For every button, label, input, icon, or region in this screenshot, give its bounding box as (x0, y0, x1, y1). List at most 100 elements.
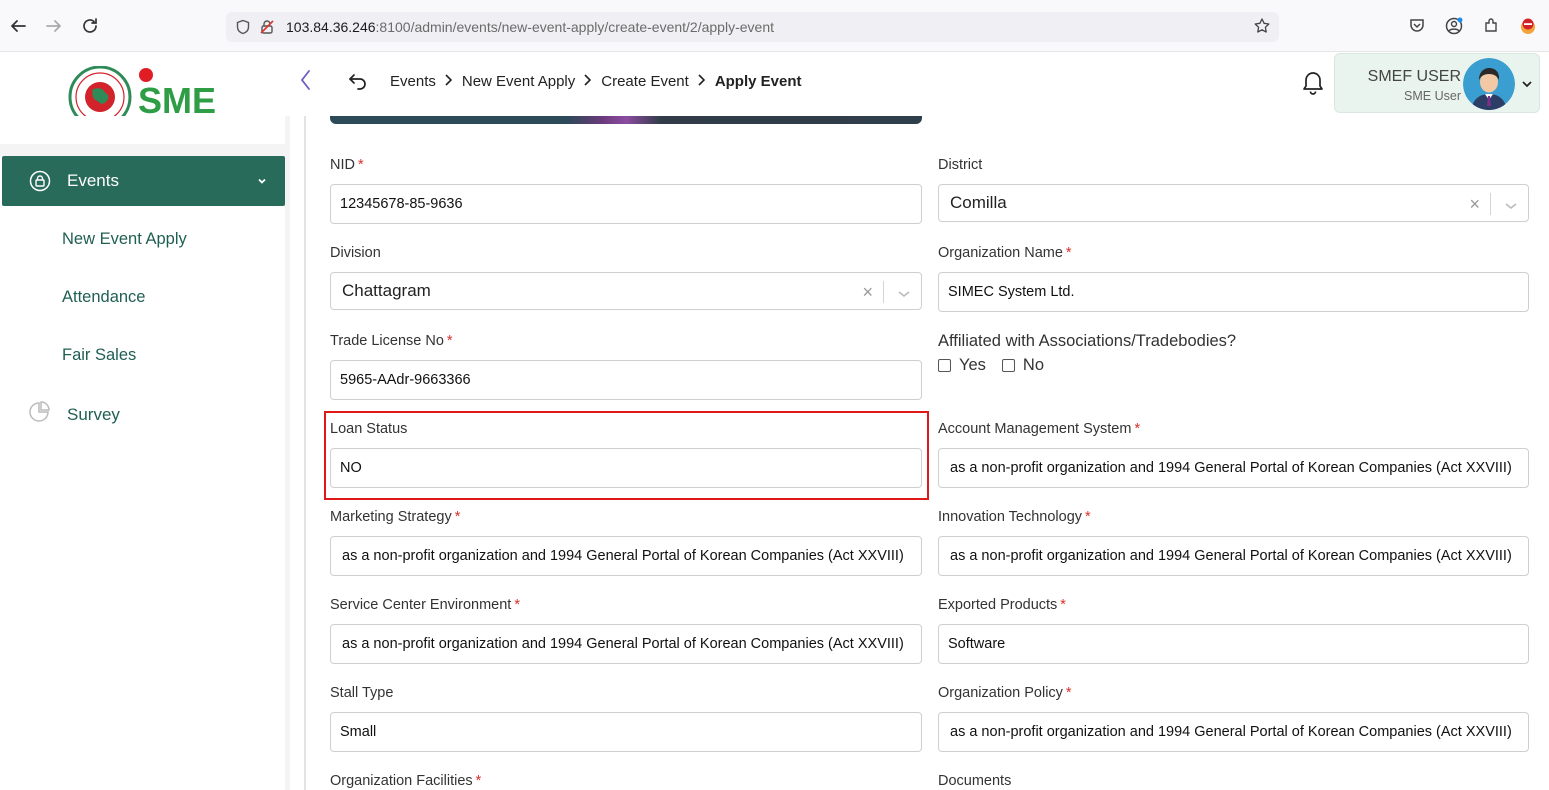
extension-badge-icon[interactable] (1516, 14, 1540, 38)
org-policy-input[interactable]: as a non-profit organization and 1994 Ge… (938, 712, 1529, 752)
reload-icon[interactable] (78, 14, 102, 38)
checkbox[interactable] (938, 359, 951, 372)
avatar (1463, 58, 1515, 110)
sidebar-divider (0, 144, 290, 156)
address-bar[interactable]: 103.84.36.246:8100/admin/events/new-even… (226, 12, 1279, 42)
bell-icon[interactable] (1301, 70, 1325, 101)
sidebar-border (285, 116, 290, 790)
division-select[interactable]: Chattagram × (330, 272, 922, 310)
affiliated-no[interactable]: No (1001, 356, 1045, 375)
sidebar-item-events[interactable]: Events (2, 156, 285, 206)
sidebar-item-survey[interactable]: Survey (28, 401, 120, 428)
browser-toolbar: 103.84.36.246:8100/admin/events/new-even… (0, 0, 1549, 52)
pocket-icon[interactable] (1405, 14, 1429, 38)
sidebar-item-fair-sales[interactable]: Fair Sales (62, 346, 136, 365)
breadcrumb-new-event-apply[interactable]: New Event Apply (462, 73, 575, 90)
chevron-right-icon (444, 73, 452, 89)
required-mark: * (357, 157, 364, 173)
required-mark: * (446, 333, 453, 349)
required-mark: * (475, 773, 482, 789)
sidebar-item-survey-label: Survey (67, 404, 120, 424)
service-center-label: Service Center Environment * (330, 597, 520, 613)
sidebar-item-events-label: Events (67, 171, 119, 190)
event-banner-image (330, 116, 922, 124)
user-menu[interactable]: SMEF USER SME User (1334, 53, 1540, 113)
service-center-label-text: Service Center Environment (330, 597, 512, 613)
back-arrow-icon[interactable] (6, 14, 30, 38)
app-header: SME FOUNDATION Events New Event Apply Cr… (0, 52, 1549, 129)
marketing-input[interactable]: as a non-profit organization and 1994 Ge… (330, 536, 922, 576)
breadcrumb-events[interactable]: Events (390, 73, 436, 90)
service-center-input[interactable]: as a non-profit organization and 1994 Ge… (330, 624, 922, 664)
exported-label: Exported Products * (938, 597, 1066, 613)
extensions-icon[interactable] (1479, 14, 1503, 38)
content-divider (304, 116, 306, 790)
marketing-label-text: Marketing Strategy (330, 509, 452, 525)
required-mark: * (454, 509, 461, 525)
exported-input[interactable]: Software (938, 624, 1529, 664)
trade-license-label-text: Trade License No (330, 333, 444, 349)
back-icon[interactable] (348, 72, 368, 90)
account-icon[interactable] (1442, 14, 1466, 38)
chevron-right-icon (697, 73, 705, 89)
org-facilities-label-text: Organization Facilities (330, 773, 473, 789)
required-mark: * (1085, 509, 1091, 525)
url-host: 103.84.36.246 (286, 19, 376, 35)
chevron-down-icon (257, 172, 267, 188)
forward-arrow-icon[interactable] (42, 14, 66, 38)
affiliated-yes[interactable]: Yes (938, 356, 986, 375)
sidebar-collapse-icon[interactable] (298, 68, 312, 98)
chevron-down-icon[interactable] (897, 284, 911, 304)
shield-icon (232, 16, 254, 38)
sidebar: Events New Event Apply Attendance Fair S… (0, 116, 290, 790)
account-mgmt-input[interactable]: as a non-profit organization and 1994 Ge… (938, 448, 1529, 488)
district-select[interactable]: Comilla × (938, 184, 1529, 222)
org-policy-label-text: Organization Policy (938, 685, 1063, 701)
innovation-label-text: Innovation Technology (938, 509, 1083, 525)
stall-type-label: Stall Type (330, 685, 394, 701)
affiliated-no-label: No (1022, 356, 1045, 374)
checkbox[interactable] (1001, 359, 1015, 372)
nid-label-text: NID (330, 157, 355, 173)
affiliated-options: Yes No (938, 356, 1060, 375)
division-label: Division (330, 245, 381, 261)
trade-license-label: Trade License No * (330, 333, 453, 349)
clear-icon[interactable]: × (1469, 194, 1480, 215)
chevron-down-icon[interactable] (1504, 196, 1518, 216)
innovation-label: Innovation Technology * (938, 509, 1091, 525)
affiliated-label: Affiliated with Associations/Tradebodies… (938, 332, 1237, 350)
stall-type-input[interactable]: Small (330, 712, 922, 752)
select-divider (883, 281, 884, 303)
required-mark: * (1065, 685, 1072, 701)
sidebar-item-new-event-apply[interactable]: New Event Apply (62, 230, 187, 249)
url-text: 103.84.36.246:8100/admin/events/new-even… (286, 19, 774, 35)
innovation-input[interactable]: as a non-profit organization and 1994 Ge… (938, 536, 1529, 576)
chevron-down-icon[interactable] (1521, 76, 1533, 94)
events-lock-icon (28, 169, 52, 193)
documents-label: Documents (938, 773, 1012, 789)
nid-input[interactable]: 12345678-85-9636 (330, 184, 922, 224)
required-mark: * (1065, 245, 1072, 261)
marketing-label: Marketing Strategy * (330, 509, 460, 525)
required-mark: * (1060, 597, 1066, 613)
bookmark-star-icon[interactable] (1253, 17, 1271, 40)
clear-icon[interactable]: × (862, 282, 873, 303)
highlight-box (324, 411, 929, 500)
trade-license-input[interactable]: 5965-AAdr-9663366 (330, 360, 922, 400)
insecure-lock-icon (256, 16, 278, 38)
pie-chart-icon (28, 401, 50, 428)
org-name-label-text: Organization Name (938, 245, 1063, 261)
chevron-right-icon (583, 73, 592, 89)
district-value: Comilla (950, 193, 1007, 212)
user-role: SME User (1404, 89, 1461, 103)
select-divider (1490, 193, 1491, 215)
account-mgmt-label: Account Management System * (938, 421, 1140, 437)
org-name-input[interactable]: SIMEC System Ltd. (938, 272, 1529, 312)
breadcrumb: Events New Event Apply Create Event Appl… (348, 72, 806, 90)
sidebar-item-attendance[interactable]: Attendance (62, 288, 145, 307)
required-mark: * (514, 597, 520, 613)
required-mark: * (1134, 421, 1141, 437)
breadcrumb-create-event[interactable]: Create Event (601, 73, 689, 90)
nid-label: NID * (330, 157, 364, 173)
account-mgmt-label-text: Account Management System (938, 421, 1132, 437)
